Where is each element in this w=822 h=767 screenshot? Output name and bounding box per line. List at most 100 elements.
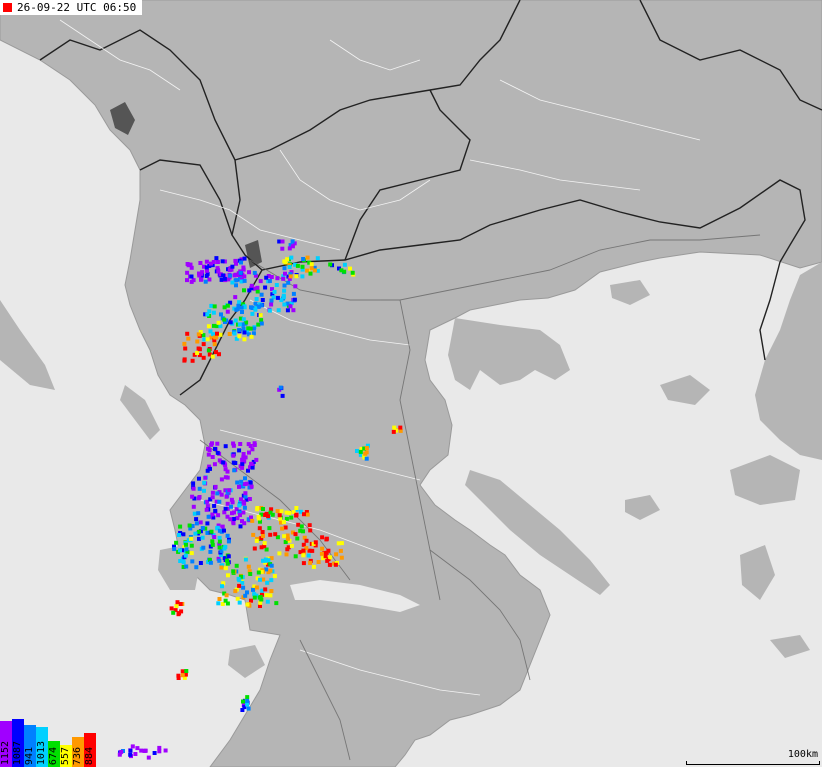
lightning-strike — [205, 521, 210, 526]
lightning-strike — [301, 561, 306, 566]
lightning-strike — [300, 274, 305, 279]
lightning-strike — [187, 523, 192, 528]
lightning-strike — [203, 475, 208, 480]
lightning-strike — [262, 541, 267, 546]
lightning-strike — [245, 702, 250, 707]
lightning-strike — [282, 302, 287, 307]
lightning-strike — [268, 593, 273, 598]
lightning-strike — [278, 385, 283, 390]
lightning-strike — [336, 541, 341, 546]
lightning-strike — [311, 564, 316, 569]
lightning-strike — [253, 301, 258, 306]
lightning-strike — [285, 308, 290, 313]
lightning-strike — [257, 526, 262, 531]
lightning-strike — [228, 273, 233, 278]
lightning-strike — [174, 540, 179, 545]
lightning-strike — [223, 467, 228, 472]
lightning-strike — [230, 500, 235, 505]
lightning-strike — [291, 308, 296, 313]
lightning-strike — [283, 525, 288, 530]
lightning-strike — [178, 548, 182, 553]
lightning-strike — [189, 536, 194, 541]
lightning-strike — [225, 533, 230, 538]
legend-chip: 557 — [60, 745, 72, 767]
lightning-strike — [233, 272, 238, 277]
lightning-strike — [250, 518, 255, 523]
lightning-strike — [197, 347, 202, 352]
lightning-strike — [189, 551, 194, 556]
lightning-strike — [206, 452, 211, 457]
lightning-strike — [157, 745, 162, 750]
lightning-strike — [215, 260, 220, 264]
lightning-strike — [193, 531, 198, 536]
lightning-strike — [280, 393, 285, 398]
lightning-strike — [284, 510, 289, 515]
lightning-strike — [279, 509, 284, 514]
lightning-strike — [294, 513, 299, 518]
lightning-strike — [212, 462, 217, 467]
lightning-strike — [326, 548, 331, 553]
lightning-strike — [269, 298, 274, 303]
lightning-strike — [342, 269, 347, 274]
lightning-strike — [198, 520, 203, 525]
lightning-strike — [186, 263, 191, 268]
lightning-strike — [358, 449, 363, 454]
lightning-strike — [267, 308, 272, 313]
lightning-strike — [260, 298, 265, 302]
lightning-strike — [212, 535, 217, 539]
lightning-strike — [224, 494, 229, 499]
lightning-strike — [251, 532, 256, 537]
lightning-strike — [237, 503, 242, 508]
timestamp-label: 26-09-22 UTC 06:50 — [0, 0, 143, 15]
map-canvas — [0, 0, 822, 767]
lightning-strike — [195, 351, 200, 355]
lightning-strike — [247, 450, 251, 455]
lightning-strike — [182, 358, 187, 363]
legend-chip: 736 — [72, 737, 84, 767]
lightning-strike — [392, 425, 397, 430]
lightning-strike — [255, 507, 260, 512]
lightning-strike — [255, 289, 260, 294]
lightning-strike — [281, 520, 286, 525]
lightning-strike — [316, 560, 321, 564]
lightning-strike — [275, 276, 280, 281]
lightning-strike — [237, 448, 242, 453]
lightning-strike — [246, 564, 251, 569]
lightning-strike — [263, 587, 268, 592]
lightning-strike — [243, 476, 247, 481]
lightning-strike — [230, 264, 235, 269]
lightning-strike — [231, 517, 236, 521]
lightning-strike — [261, 507, 265, 511]
legend-label: 674 — [48, 746, 59, 765]
lightning-strike — [172, 547, 177, 551]
lightning-strike — [201, 342, 206, 347]
legend-label: 557 — [60, 746, 71, 765]
lightning-strike — [304, 538, 309, 543]
timestamp-marker-icon — [3, 3, 12, 12]
lightning-strike — [247, 270, 251, 275]
lightning-strike — [350, 270, 355, 275]
lightning-strike — [249, 334, 254, 339]
legend-label: 1087 — [12, 740, 23, 765]
lightning-strike — [320, 546, 325, 551]
lightning-strike — [298, 528, 303, 533]
lightning-strike — [391, 429, 396, 434]
lightning-strike — [301, 257, 306, 261]
lightning-strike — [248, 572, 253, 576]
lightning-strike — [289, 543, 294, 548]
lightning-strike — [210, 455, 215, 459]
lightning-strike — [280, 526, 285, 531]
lightning-strike — [233, 318, 238, 323]
lightning-strike — [253, 307, 258, 312]
lightning-strike — [202, 488, 206, 493]
lightning-strike — [285, 547, 290, 552]
lightning-strike — [248, 444, 253, 448]
lightning-map: 26-09-22 UTC 06:50 1152 1087 941 1013 674 557… — [0, 0, 822, 767]
lightning-strike — [258, 577, 262, 582]
lightning-strike — [237, 328, 242, 332]
lightning-strike — [281, 276, 286, 281]
lightning-strike — [208, 560, 213, 565]
lightning-strike — [223, 566, 228, 571]
legend-chip: 941 — [24, 725, 36, 767]
lightning-strike — [117, 752, 122, 757]
